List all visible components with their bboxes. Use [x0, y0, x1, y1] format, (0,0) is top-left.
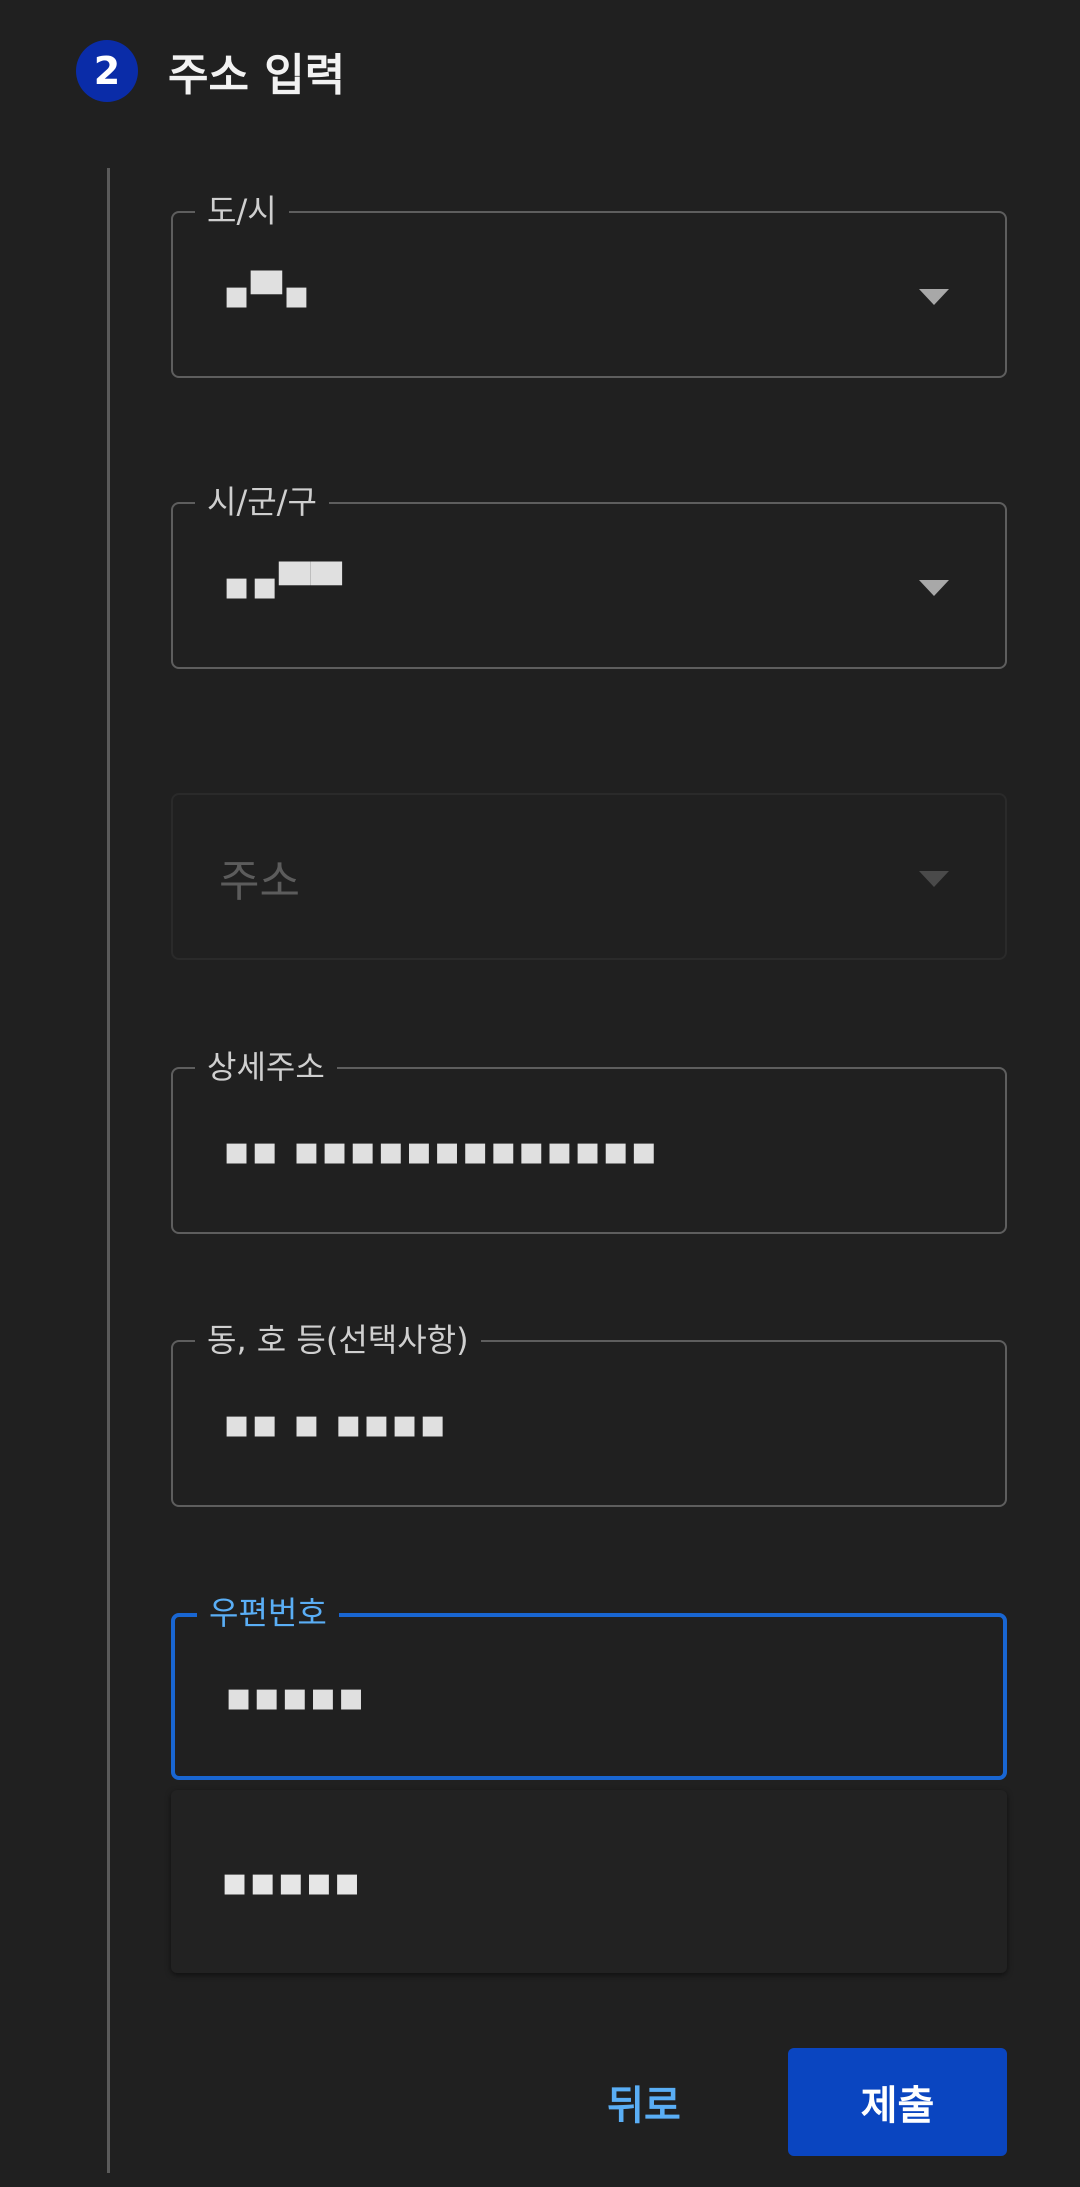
city-label: 시/군/구: [195, 480, 329, 524]
chevron-down-icon: [919, 870, 949, 887]
detail-address-label: 상세주소: [195, 1045, 337, 1089]
address-form-page: 2 주소 입력 도/시 ▪▀▪ 시/군/구 ▪▪▀▀ 주소 상세주소 ▪▪ ▪▪…: [0, 0, 1080, 2187]
step-number-badge: 2: [76, 40, 138, 102]
postal-code-field[interactable]: 우편번호 ▪▪▪▪▪: [171, 1591, 1007, 1780]
address-placeholder: 주소: [219, 855, 300, 907]
postal-code-label: 우편번호: [197, 1591, 339, 1635]
chevron-down-icon[interactable]: [919, 579, 949, 596]
suggestion-value: ▪▪▪▪▪: [221, 1858, 362, 1905]
step-connector-line: [107, 168, 110, 2173]
province-label: 도/시: [195, 189, 289, 233]
province-value: ▪▀▪: [223, 271, 311, 318]
detail-address-value: ▪▪ ▪▪▪▪▪▪▪▪▪▪▪▪▪: [223, 1127, 659, 1174]
unit-value: ▪▪ ▪ ▪▪▪▪: [223, 1400, 448, 1447]
detail-address-field[interactable]: 상세주소 ▪▪ ▪▪▪▪▪▪▪▪▪▪▪▪▪: [171, 1045, 1007, 1234]
postal-code-value: ▪▪▪▪▪: [225, 1673, 366, 1720]
city-select[interactable]: 시/군/구 ▪▪▀▀: [171, 480, 1007, 669]
back-button[interactable]: 뒤로: [580, 2048, 708, 2156]
step-header: 2 주소 입력: [76, 36, 345, 106]
step-title: 주소 입력: [168, 50, 346, 101]
province-select[interactable]: 도/시 ▪▀▪: [171, 189, 1007, 378]
unit-label: 동, 호 등(선택사항): [195, 1318, 481, 1362]
submit-button[interactable]: 제출: [788, 2048, 1007, 2156]
chevron-down-icon[interactable]: [919, 288, 949, 305]
unit-field[interactable]: 동, 호 등(선택사항) ▪▪ ▪ ▪▪▪▪: [171, 1318, 1007, 1507]
postal-code-suggestion[interactable]: ▪▪▪▪▪: [171, 1790, 1007, 1973]
address-select[interactable]: 주소: [171, 793, 1007, 960]
city-value: ▪▪▀▀: [223, 562, 343, 609]
